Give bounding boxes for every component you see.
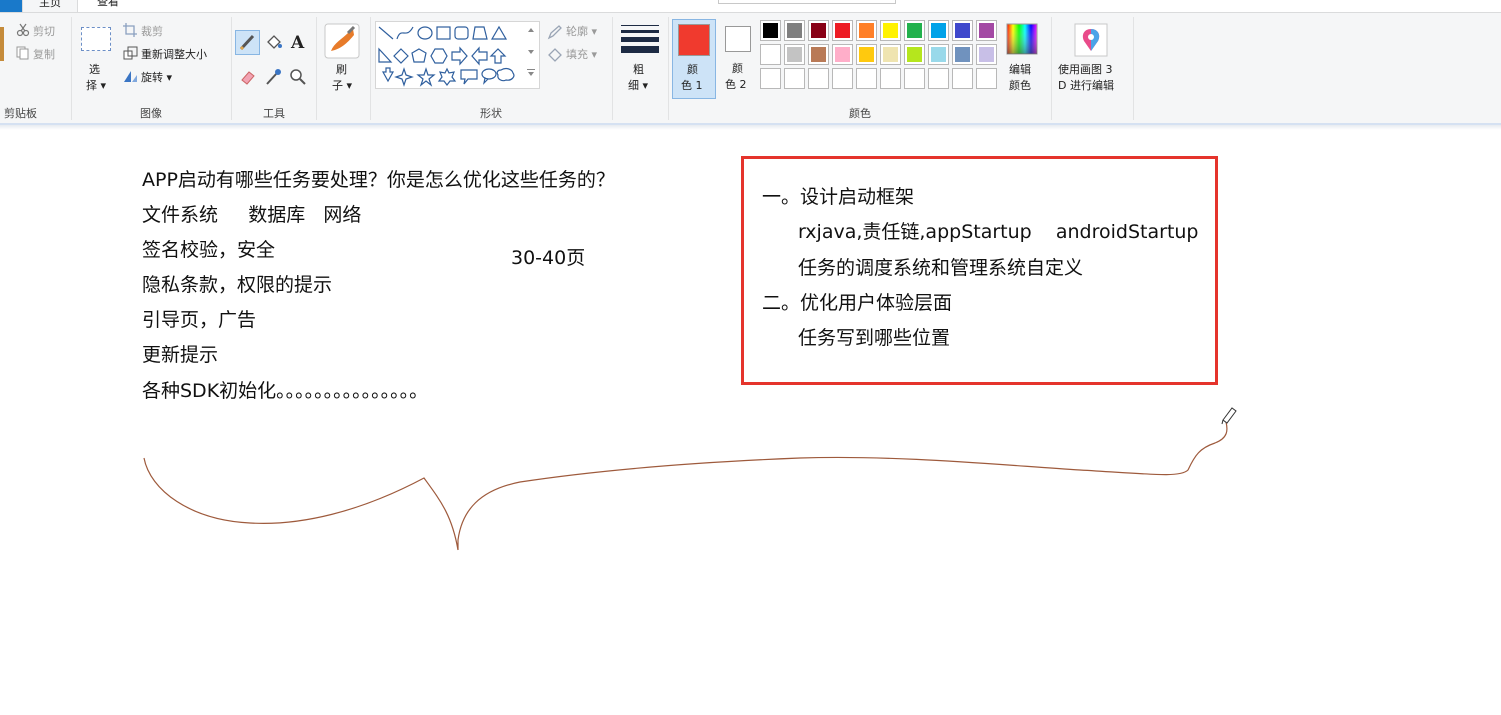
freehand-brace-stroke <box>143 407 1237 551</box>
pencil-cursor-icon <box>1221 407 1237 425</box>
brace-path <box>143 421 1228 551</box>
